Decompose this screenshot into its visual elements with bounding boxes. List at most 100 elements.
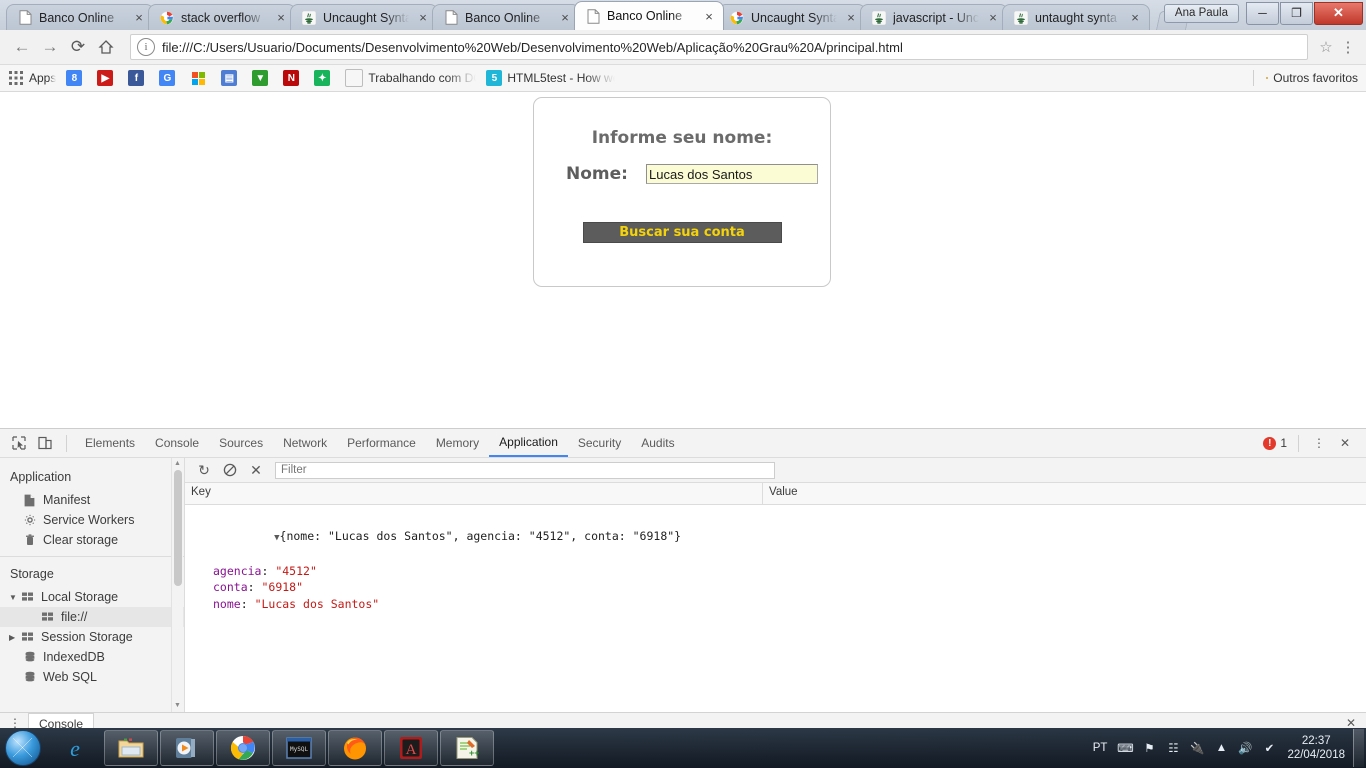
chrome-menu-button[interactable]: ⋮ [1338, 38, 1358, 56]
bookmark-item-8[interactable]: N [283, 70, 304, 86]
power-icon[interactable]: 🔌 [1185, 736, 1209, 760]
language-indicator[interactable]: PT [1093, 742, 1108, 754]
devtools-tab-console[interactable]: Console [145, 430, 209, 457]
signal-icon[interactable]: ▲ [1209, 736, 1233, 760]
tab-close-button[interactable]: × [273, 10, 289, 26]
volume-muted-icon[interactable]: 🔊 [1233, 736, 1257, 760]
taskbar-file-explorer-button[interactable] [104, 730, 158, 766]
sidebar-item-session-storage[interactable]: ▶ Session Storage [0, 627, 184, 647]
tab-close-button[interactable]: × [131, 10, 147, 26]
browser-tab-8[interactable]: untaught synta × [1002, 4, 1150, 30]
object-preview-row[interactable]: ▼{nome: "Lucas dos Santos", agencia: "45… [191, 511, 1366, 563]
devtools-tab-sources[interactable]: Sources [209, 430, 273, 457]
delete-selected-button[interactable]: ✕ [243, 459, 269, 481]
browser-tab-2[interactable]: stack overflow × [148, 4, 296, 30]
sidebar-item-web-sql[interactable]: Web SQL [0, 667, 184, 687]
tab-close-button[interactable]: × [1127, 10, 1143, 26]
sidebar-item-file[interactable]: file:// [0, 607, 184, 627]
browser-tab-5[interactable]: Banco Online × [574, 1, 724, 30]
tab-close-button[interactable]: × [557, 10, 573, 26]
devtools-tab-security[interactable]: Security [568, 430, 631, 457]
browser-tab-4[interactable]: Banco Online × [432, 4, 580, 30]
network-icon[interactable]: ☷ [1161, 736, 1185, 760]
taskbar-firefox-button[interactable] [328, 730, 382, 766]
devtools-tab-application[interactable]: Application [489, 430, 568, 457]
sidebar-scrollbar[interactable]: ▲ ▼ [171, 458, 183, 712]
bookmark-item-10[interactable]: Trabalhando com DO [345, 69, 476, 87]
user-profile-chip[interactable]: Ana Paula [1163, 3, 1239, 23]
minimize-button[interactable]: ─ [1246, 1, 1279, 25]
tab-close-button[interactable]: × [701, 8, 717, 24]
storage-property-row[interactable]: nome: "Lucas dos Santos" [191, 596, 1366, 613]
filter-input[interactable] [275, 461, 775, 479]
taskbar-google-chrome-button[interactable] [216, 730, 270, 766]
scroll-down-arrow-icon[interactable]: ▼ [172, 700, 183, 712]
bookmark-item-3[interactable]: f [128, 70, 149, 86]
column-header-key[interactable]: Key [185, 483, 763, 504]
column-header-value[interactable]: Value [763, 483, 1366, 504]
forward-button[interactable]: → [36, 33, 64, 61]
keyboard-icon[interactable]: ⌨ [1113, 736, 1137, 760]
error-count-badge[interactable]: ! 1 [1263, 436, 1287, 450]
show-desktop-button[interactable] [1353, 729, 1364, 767]
search-account-button[interactable]: Buscar sua conta [582, 222, 782, 243]
storage-property-row[interactable]: conta: "6918" [191, 579, 1366, 596]
sidebar-item-local-storage[interactable]: ▼ Local Storage [0, 587, 184, 607]
browser-tab-7[interactable]: javascript - Unc × [860, 4, 1008, 30]
bookmark-item-11[interactable]: 5 HTML5test - How we [486, 70, 615, 86]
devtools-tab-network[interactable]: Network [273, 430, 337, 457]
home-button[interactable] [92, 33, 120, 61]
bookmark-item-4[interactable]: G [159, 70, 180, 86]
browser-tab-6[interactable]: Uncaught Synta × [718, 4, 866, 30]
tab-close-button[interactable]: × [985, 10, 1001, 26]
scroll-up-arrow-icon[interactable]: ▲ [172, 458, 183, 470]
browser-tab-3[interactable]: Uncaught Synta × [290, 4, 438, 30]
taskbar-adobe-reader-button[interactable]: A [384, 730, 438, 766]
address-bar[interactable]: i file:///C:/Users/Usuario/Documents/Des… [130, 34, 1308, 60]
apps-shortcut[interactable]: Apps [8, 70, 56, 86]
name-input[interactable] [646, 164, 818, 184]
sidebar-item-service-workers[interactable]: Service Workers [0, 510, 184, 530]
security-shield-icon[interactable]: ✔ [1257, 736, 1281, 760]
tab-close-button[interactable]: × [415, 10, 431, 26]
devtools-tab-memory[interactable]: Memory [426, 430, 489, 457]
devtools-close-button[interactable]: ✕ [1332, 431, 1358, 455]
bookmark-item-9[interactable]: ✦ [314, 70, 335, 86]
sidebar-item-clear-storage[interactable]: Clear storage [0, 530, 184, 550]
triangle-right-icon[interactable]: ▶ [9, 633, 20, 642]
clear-all-button[interactable] [217, 459, 243, 481]
bookmark-item-1[interactable]: 8 [66, 70, 87, 86]
clock[interactable]: 22:37 22/04/2018 [1281, 734, 1353, 762]
tab-close-button[interactable]: × [843, 10, 859, 26]
browser-tab-1[interactable]: Banco Online × [6, 4, 154, 30]
devtools-tab-performance[interactable]: Performance [337, 430, 426, 457]
other-bookmarks[interactable]: Outros favoritos [1253, 70, 1358, 86]
taskbar-mysql-console-button[interactable]: MySQL [272, 730, 326, 766]
close-window-button[interactable]: ✕ [1314, 1, 1363, 25]
reload-button[interactable]: ⟳ [64, 33, 92, 61]
maximize-button[interactable]: ❐ [1280, 1, 1313, 25]
devtools-tab-audits[interactable]: Audits [631, 430, 684, 457]
sidebar-item-manifest[interactable]: Manifest [0, 490, 184, 510]
taskbar-internet-explorer-button[interactable]: e [48, 730, 102, 766]
device-toolbar-button[interactable] [32, 431, 58, 455]
inspect-element-button[interactable] [6, 431, 32, 455]
site-info-icon[interactable]: i [137, 38, 155, 56]
start-button[interactable] [0, 729, 46, 767]
refresh-button[interactable]: ↻ [191, 459, 217, 481]
bookmark-star-button[interactable]: ☆ [1314, 38, 1338, 56]
devtools-menu-button[interactable]: ⋮ [1306, 431, 1332, 455]
sidebar-item-indexeddb[interactable]: IndexedDB [0, 647, 184, 667]
taskbar-notepadpp-button[interactable]: ++ [440, 730, 494, 766]
bookmark-item-6[interactable]: ▤ [221, 70, 242, 86]
storage-property-row[interactable]: agencia: "4512" [191, 563, 1366, 580]
devtools-tab-elements[interactable]: Elements [75, 430, 145, 457]
bookmark-item-5[interactable] [190, 70, 211, 86]
flag-icon[interactable]: ⚑ [1137, 736, 1161, 760]
scrollbar-thumb[interactable] [174, 470, 182, 586]
taskbar-media-player-button[interactable] [160, 730, 214, 766]
triangle-down-icon[interactable]: ▼ [9, 593, 20, 602]
back-button[interactable]: ← [8, 33, 36, 61]
bookmark-item-7[interactable]: ▼ [252, 70, 273, 86]
bookmark-item-2[interactable]: ▶ [97, 70, 118, 86]
